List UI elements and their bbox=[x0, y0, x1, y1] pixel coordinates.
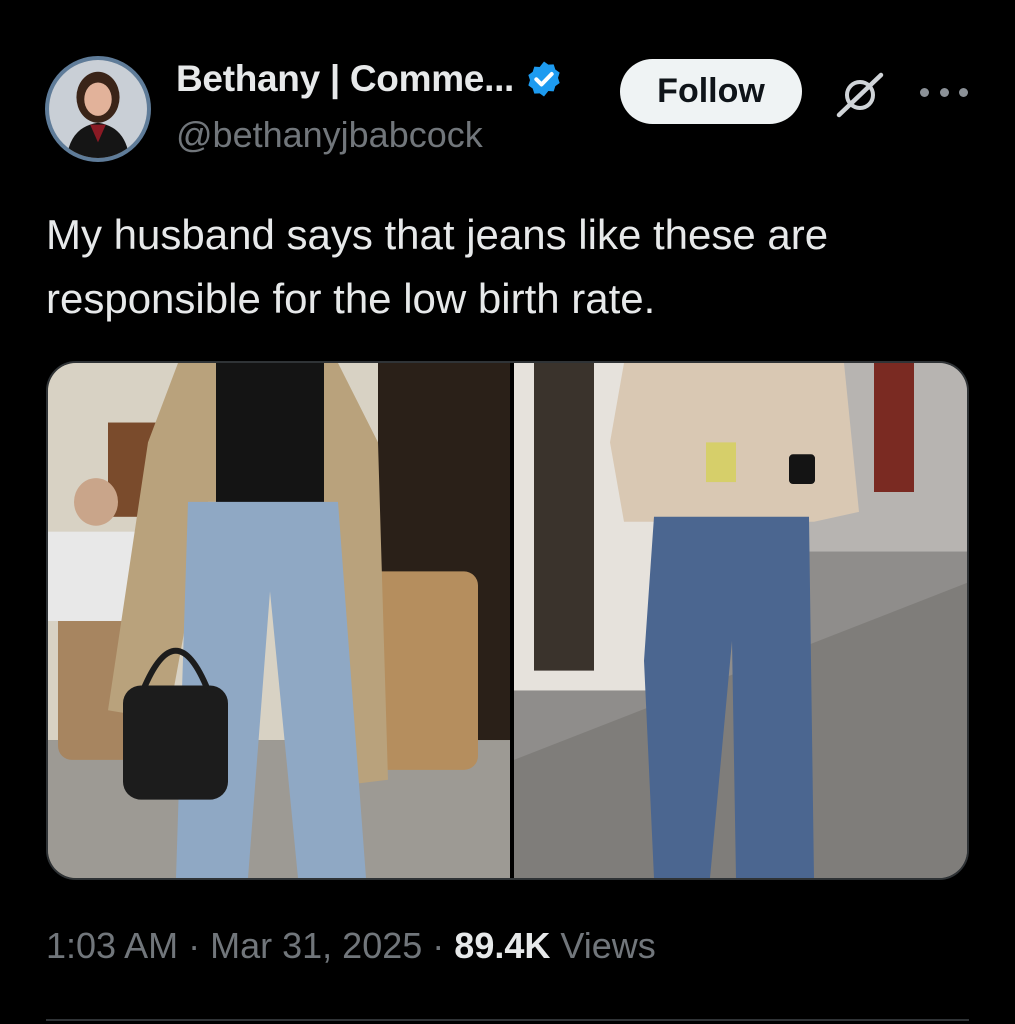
media-photo-left[interactable] bbox=[48, 363, 510, 878]
more-dot bbox=[920, 87, 929, 97]
author-avatar[interactable] bbox=[45, 56, 151, 162]
verified-badge-icon[interactable] bbox=[524, 59, 564, 99]
media-photo-right[interactable] bbox=[514, 363, 969, 878]
tweet-text: My husband says that jeans like these ar… bbox=[46, 211, 829, 322]
avatar-photo bbox=[49, 60, 147, 158]
author-name-row: Bethany | Comme... bbox=[176, 58, 564, 100]
views-count[interactable]: 89.4K bbox=[454, 925, 550, 966]
author-handle[interactable]: @bethanyjbabcock bbox=[176, 114, 483, 156]
more-options-icon[interactable] bbox=[920, 72, 968, 112]
tweet-media[interactable] bbox=[46, 361, 969, 880]
more-dot bbox=[959, 87, 968, 97]
more-dot bbox=[939, 87, 949, 97]
meta-separator: · bbox=[188, 925, 201, 966]
grok-icon[interactable] bbox=[834, 70, 886, 118]
views-label: Views bbox=[560, 925, 656, 966]
follow-button[interactable]: Follow bbox=[620, 59, 802, 124]
tweet-date[interactable]: Mar 31, 2025 bbox=[210, 925, 422, 966]
divider-line bbox=[46, 1019, 969, 1021]
author-display-name[interactable]: Bethany | Comme... bbox=[176, 58, 514, 100]
tweet-time[interactable]: 1:03 AM bbox=[46, 925, 178, 966]
tweet-metadata: 1:03 AM · Mar 31, 2025 · 89.4K Views bbox=[46, 925, 656, 967]
meta-separator: · bbox=[432, 925, 445, 966]
